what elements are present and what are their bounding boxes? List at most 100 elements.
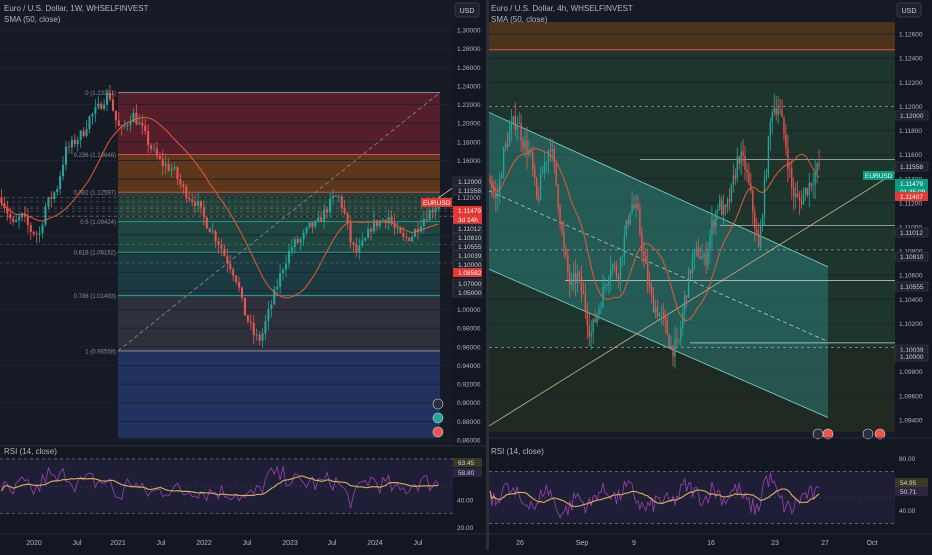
left-candle-body <box>117 120 120 126</box>
right-candle-body <box>543 163 546 174</box>
left-time-tick: 2023 <box>282 540 298 547</box>
left-candle-body <box>252 322 255 336</box>
right-candle-body <box>785 134 787 149</box>
right-time-tick: 16 <box>707 540 715 547</box>
right-rsi-badge-label: 50.71 <box>900 489 917 496</box>
right-price-tick: 1.09400 <box>899 417 923 424</box>
left-price-tick: 1.16000 <box>457 158 481 165</box>
right-price-badge-label: 1.11558 <box>900 164 923 171</box>
left-candle-body <box>431 210 434 213</box>
right-candle-body <box>717 209 719 212</box>
right-candle-body <box>633 204 635 209</box>
right-candle-body <box>557 184 559 208</box>
left-candle-body <box>67 146 70 148</box>
right-candle-body <box>664 314 666 320</box>
left-fib-label: 0.786 (1.01493) <box>74 294 116 300</box>
left-candle-body <box>337 196 340 198</box>
left-candle-body <box>56 189 59 193</box>
right-candle-body <box>726 199 729 207</box>
left-candle-body <box>343 207 346 213</box>
left-price-tick: 1.00000 <box>457 307 481 314</box>
left-candle-body <box>370 228 373 232</box>
left-event-icon <box>432 412 444 424</box>
right-candle-body <box>676 339 678 340</box>
left-price-badge-label: 1.11012 <box>458 226 481 233</box>
right-candle-body <box>518 123 520 124</box>
right-candle-body <box>516 123 518 130</box>
right-candle-body <box>576 272 579 283</box>
left-candle-body <box>411 236 414 241</box>
right-candle-body <box>594 319 596 323</box>
right-candle-body <box>732 175 735 184</box>
left-fib-label: 0.5 (1.09424) <box>80 220 116 226</box>
left-candle-body <box>402 232 405 237</box>
left-candle-body <box>138 122 141 125</box>
left-candle-body <box>317 217 320 222</box>
right-candle-body <box>504 143 507 148</box>
right-candle-body <box>715 211 717 227</box>
right-candle-body <box>652 295 655 313</box>
right-candle-body <box>569 271 571 285</box>
right-candle-body <box>711 219 713 236</box>
right-candle-body <box>555 163 557 185</box>
left-candle-body <box>123 125 126 127</box>
right-candle-body <box>536 178 538 198</box>
left-candle-body <box>38 233 41 235</box>
right-candle-body <box>779 108 781 110</box>
right-candle-body <box>600 307 602 309</box>
right-candle-body <box>789 168 791 170</box>
right-candle-body <box>705 254 707 265</box>
right-candle-body <box>734 175 736 179</box>
left-price-tick: 0.90000 <box>457 400 481 407</box>
left-time-tick: Jul <box>157 540 166 547</box>
right-candle-body <box>590 332 592 337</box>
right-candle-body <box>763 178 766 217</box>
right-candle-body <box>720 199 723 215</box>
right-price-tick: 1.11200 <box>899 200 922 207</box>
left-candle-body <box>375 220 378 227</box>
left-candle-body <box>284 263 288 270</box>
left-event-icon <box>432 398 444 410</box>
left-candle-body <box>220 244 223 249</box>
left-price-tick: 1.28000 <box>457 46 481 53</box>
left-candle-body <box>41 224 44 234</box>
right-time-tick: Sep <box>576 540 589 547</box>
right-candle-body <box>506 143 509 147</box>
panel-divider <box>486 0 489 550</box>
right-candle-body <box>573 273 575 279</box>
left-candle-body <box>299 239 302 243</box>
right-candle-body <box>670 345 672 348</box>
right-candle-body <box>656 306 659 317</box>
left-time-tick: 2021 <box>110 540 126 547</box>
right-candle-body <box>596 314 598 323</box>
right-candle-body <box>775 108 777 115</box>
left-time-tick: Jul <box>414 540 423 547</box>
left-candle-body <box>32 231 35 234</box>
right-candle-body <box>639 208 641 233</box>
left-candle-body <box>158 156 161 159</box>
right-candle-body <box>648 283 651 287</box>
right-candle-body <box>574 273 577 283</box>
left-candle-body <box>349 222 352 243</box>
right-candle-body <box>629 212 631 224</box>
right-candle-body <box>537 197 540 200</box>
left-candle-body <box>352 242 355 245</box>
left-candle-body <box>185 186 188 199</box>
left-price-badge-label: 1.12000 <box>458 179 482 186</box>
right-candle-body <box>693 251 696 259</box>
left-zone-6 <box>118 350 440 439</box>
left-price-tick: 0.98000 <box>457 326 481 333</box>
right-candle-body <box>578 272 581 277</box>
right-candle-body <box>621 256 624 258</box>
left-price-badge-label: 1.11558 <box>458 188 481 195</box>
left-candle-body <box>18 217 21 221</box>
left-candle-body <box>76 140 79 145</box>
left-candle-body <box>129 122 132 125</box>
left-candle-body <box>282 269 285 273</box>
left-candle-body <box>320 217 323 222</box>
right-candle-body <box>508 130 511 147</box>
left-price-tick: 0.86000 <box>457 438 481 445</box>
right-candle-body <box>736 156 738 179</box>
right-candle-body <box>814 172 816 186</box>
right-price-tick: 1.10400 <box>899 297 923 304</box>
